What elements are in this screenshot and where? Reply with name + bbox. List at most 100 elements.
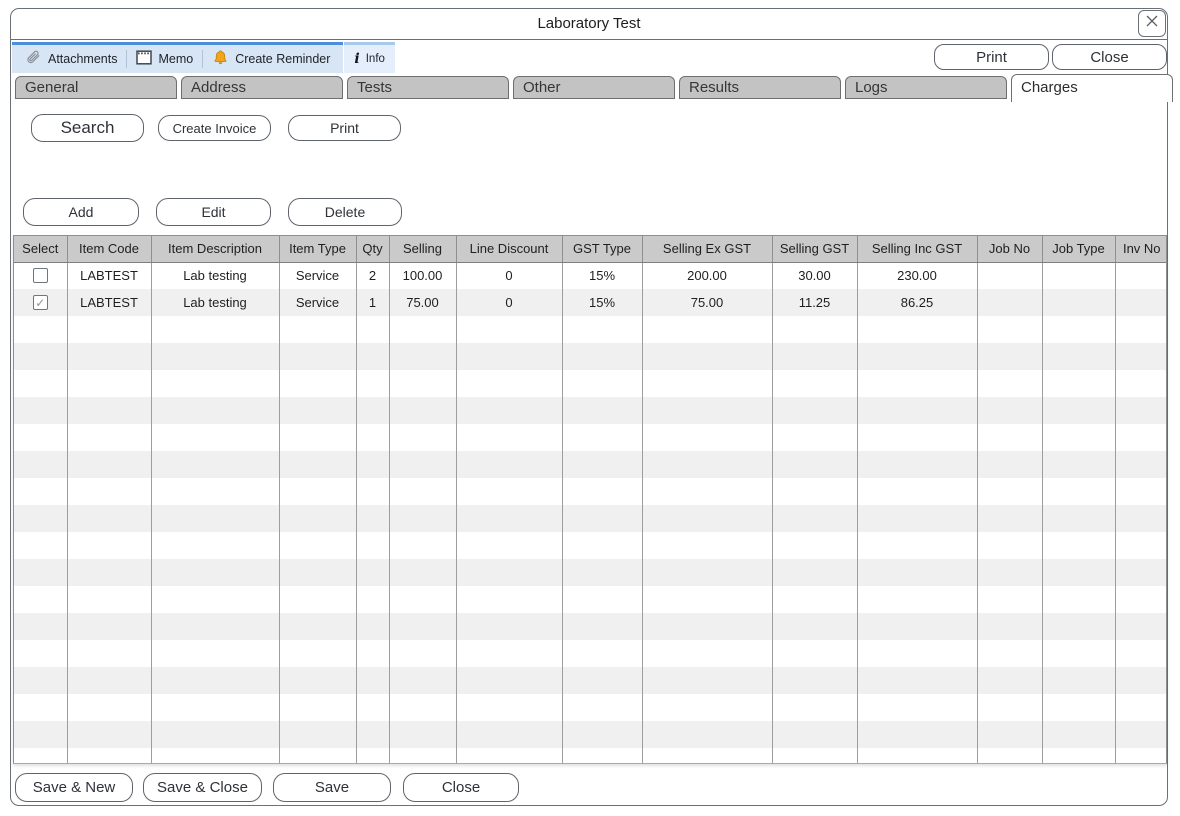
cell-select	[14, 721, 67, 748]
cell-job-no	[977, 694, 1042, 721]
cell-item-code	[67, 343, 151, 370]
cell-selling-gst	[772, 451, 857, 478]
column-header-inv-no[interactable]: Inv No	[1115, 236, 1167, 262]
save-button[interactable]: Save	[273, 773, 391, 802]
tab-results[interactable]: Results	[679, 76, 841, 99]
close-button-top[interactable]: Close	[1052, 44, 1167, 70]
cell-gst-type	[562, 532, 642, 559]
cell-job-type	[1042, 451, 1115, 478]
table-empty-row	[14, 505, 1167, 532]
column-header-item-type[interactable]: Item Type	[279, 236, 356, 262]
column-header-line-discount[interactable]: Line Discount	[456, 236, 562, 262]
cell-inv-no	[1115, 289, 1167, 316]
info-button[interactable]: i Info	[352, 45, 387, 73]
cell-line-discount	[456, 424, 562, 451]
cell-selling	[389, 424, 456, 451]
cell-item-type: Service	[279, 262, 356, 289]
cell-line-discount	[456, 667, 562, 694]
cell-item-type	[279, 397, 356, 424]
cell-qty	[356, 397, 389, 424]
close-button-bottom[interactable]: Close	[403, 773, 519, 802]
tab-logs[interactable]: Logs	[845, 76, 1007, 99]
cell-qty: 1	[356, 289, 389, 316]
toolbar-main-group: Attachments Memo Create Reminder	[12, 42, 343, 73]
cell-job-type	[1042, 694, 1115, 721]
cell-select	[14, 694, 67, 721]
attachments-button[interactable]: Attachments	[16, 45, 126, 73]
cell-job-type	[1042, 370, 1115, 397]
cell-job-type	[1042, 289, 1115, 316]
tab-other[interactable]: Other	[513, 76, 675, 99]
column-header-item-description[interactable]: Item Description	[151, 236, 279, 262]
search-button[interactable]: Search	[31, 114, 144, 142]
cell-select	[14, 370, 67, 397]
create-invoice-button[interactable]: Create Invoice	[158, 115, 271, 141]
row-checkbox-checked[interactable]: ✓	[33, 295, 48, 310]
save-and-close-button[interactable]: Save & Close	[143, 773, 262, 802]
cell-job-type	[1042, 667, 1115, 694]
cell-item-type	[279, 370, 356, 397]
tab-charges[interactable]: Charges	[1011, 74, 1173, 102]
table-empty-row	[14, 721, 1167, 748]
cell-qty	[356, 370, 389, 397]
cell-item-code	[67, 451, 151, 478]
table-empty-row	[14, 397, 1167, 424]
create-reminder-button[interactable]: Create Reminder	[203, 45, 339, 73]
column-header-selling-ex-gst[interactable]: Selling Ex GST	[642, 236, 772, 262]
cell-job-no	[977, 721, 1042, 748]
cell-selling	[389, 370, 456, 397]
column-header-qty[interactable]: Qty	[356, 236, 389, 262]
cell-selling	[389, 613, 456, 640]
cell-selling	[389, 316, 456, 343]
cell-qty	[356, 343, 389, 370]
cell-selling-ex-gst	[642, 586, 772, 613]
column-header-selling[interactable]: Selling	[389, 236, 456, 262]
column-header-item-code[interactable]: Item Code	[67, 236, 151, 262]
cell-item-type	[279, 424, 356, 451]
cell-job-no	[977, 586, 1042, 613]
column-header-select[interactable]: Select	[14, 236, 67, 262]
cell-item-description	[151, 397, 279, 424]
cell-inv-no	[1115, 478, 1167, 505]
cell-item-type	[279, 694, 356, 721]
tab-tests[interactable]: Tests	[347, 76, 509, 99]
window-close-button[interactable]	[1138, 10, 1166, 37]
column-header-selling-inc-gst[interactable]: Selling Inc GST	[857, 236, 977, 262]
cell-item-type	[279, 532, 356, 559]
cell-selling-ex-gst	[642, 721, 772, 748]
cell-item-description	[151, 640, 279, 667]
cell-job-no	[977, 343, 1042, 370]
save-and-new-button[interactable]: Save & New	[15, 773, 133, 802]
delete-button[interactable]: Delete	[288, 198, 402, 226]
column-header-job-type[interactable]: Job Type	[1042, 236, 1115, 262]
cell-inv-no	[1115, 667, 1167, 694]
add-button[interactable]: Add	[23, 198, 139, 226]
cell-job-type	[1042, 316, 1115, 343]
screen: Laboratory Test Attachments	[0, 0, 1180, 816]
tab-general[interactable]: General	[15, 76, 177, 99]
memo-button[interactable]: Memo	[127, 45, 202, 73]
edit-button[interactable]: Edit	[156, 198, 271, 226]
column-header-gst-type[interactable]: GST Type	[562, 236, 642, 262]
row-checkbox[interactable]	[33, 268, 48, 283]
cell-item-type	[279, 343, 356, 370]
cell-inv-no	[1115, 694, 1167, 721]
table-empty-row	[14, 343, 1167, 370]
print-button[interactable]: Print	[288, 115, 401, 141]
cell-select	[14, 478, 67, 505]
cell-gst-type	[562, 559, 642, 586]
cell-inv-no	[1115, 721, 1167, 748]
column-header-job-no[interactable]: Job No	[977, 236, 1042, 262]
cell-line-discount	[456, 370, 562, 397]
print-button-top[interactable]: Print	[934, 44, 1049, 70]
cell-selling: 75.00	[389, 289, 456, 316]
table-empty-row	[14, 640, 1167, 667]
cell-selling-gst	[772, 397, 857, 424]
tab-address[interactable]: Address	[181, 76, 343, 99]
table-empty-row	[14, 667, 1167, 694]
cell-selling-gst	[772, 424, 857, 451]
table-empty-row	[14, 424, 1167, 451]
column-header-selling-gst[interactable]: Selling GST	[772, 236, 857, 262]
cell-selling	[389, 640, 456, 667]
cell-selling-ex-gst	[642, 748, 772, 764]
